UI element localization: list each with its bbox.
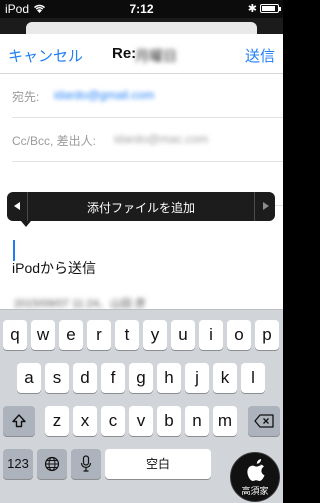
from-address: idardo@mac.com	[114, 132, 209, 146]
shift-key[interactable]	[3, 406, 35, 436]
numbers-key[interactable]: 123	[3, 449, 33, 479]
key-l[interactable]: l	[241, 363, 265, 393]
key-k[interactable]: k	[213, 363, 237, 393]
key-a[interactable]: a	[17, 363, 41, 393]
key-j[interactable]: j	[185, 363, 209, 393]
subject-prefix: Re:	[112, 45, 137, 62]
key-f[interactable]: f	[101, 363, 125, 393]
callout-pointer	[21, 221, 31, 227]
battery-icon	[260, 4, 281, 13]
globe-icon	[44, 456, 60, 472]
compose-sheet: キャンセル Re: 月曜日 送信 宛先: idardo@gmail.com Cc…	[0, 34, 283, 503]
globe-key[interactable]	[37, 449, 67, 479]
key-x[interactable]: x	[73, 406, 97, 436]
key-s[interactable]: s	[45, 363, 69, 393]
key-t[interactable]: t	[115, 320, 139, 350]
cc-from-field[interactable]: Cc/Bcc, 差出人: idardo@mac.com	[12, 118, 283, 162]
logo-text: 高須家	[241, 486, 269, 496]
key-v[interactable]: v	[129, 406, 153, 436]
dictation-key[interactable]	[71, 449, 101, 479]
key-c[interactable]: c	[101, 406, 125, 436]
background-card	[0, 18, 283, 36]
to-recipient[interactable]: idardo@gmail.com	[54, 88, 154, 102]
key-p[interactable]: p	[255, 320, 279, 350]
key-y[interactable]: y	[143, 320, 167, 350]
watermark-logo: 高須家	[230, 452, 280, 502]
cancel-button[interactable]: キャンセル	[8, 45, 83, 66]
delete-key[interactable]	[248, 406, 280, 436]
shift-icon	[12, 414, 26, 428]
subject-text: 月曜日	[135, 48, 177, 64]
key-h[interactable]: h	[157, 363, 181, 393]
space-key[interactable]: 空白	[105, 449, 211, 479]
clock: 7:12	[129, 2, 154, 16]
backspace-icon	[254, 414, 274, 428]
add-attachment-button[interactable]: 添付ファイルを追加	[28, 199, 254, 216]
key-g[interactable]: g	[129, 363, 153, 393]
signature-text[interactable]: iPodから送信	[12, 258, 96, 278]
callout-left-arrow-icon[interactable]	[7, 192, 28, 221]
to-label: 宛先:	[12, 90, 40, 104]
key-w[interactable]: w	[31, 320, 55, 350]
key-n[interactable]: n	[185, 406, 209, 436]
callout-right-arrow-icon[interactable]	[254, 192, 275, 221]
bluetooth-icon: ✱	[247, 3, 257, 15]
apple-logo-icon	[247, 459, 265, 481]
edit-menu-callout: 添付ファイルを追加	[7, 192, 275, 227]
microphone-icon	[80, 455, 92, 472]
key-q[interactable]: q	[3, 320, 27, 350]
key-z[interactable]: z	[45, 406, 69, 436]
key-d[interactable]: d	[73, 363, 97, 393]
key-b[interactable]: b	[157, 406, 181, 436]
status-bar: iPod 7:12 ✱	[0, 0, 283, 18]
key-r[interactable]: r	[87, 320, 111, 350]
key-u[interactable]: u	[171, 320, 195, 350]
cc-label: Cc/Bcc, 差出人:	[12, 134, 97, 148]
to-field[interactable]: 宛先: idardo@gmail.com	[12, 74, 283, 118]
send-button[interactable]: 送信	[245, 45, 275, 66]
key-i[interactable]: i	[199, 320, 223, 350]
compose-nav-bar: キャンセル Re: 月曜日 送信	[0, 34, 283, 74]
key-e[interactable]: e	[59, 320, 83, 350]
key-m[interactable]: m	[213, 406, 237, 436]
mail-compose-screen: iPod 7:12 ✱ キャンセル Re: 月曜日 送信 宛先: idardo@…	[0, 0, 283, 503]
battery-level	[262, 6, 275, 11]
key-o[interactable]: o	[227, 320, 251, 350]
